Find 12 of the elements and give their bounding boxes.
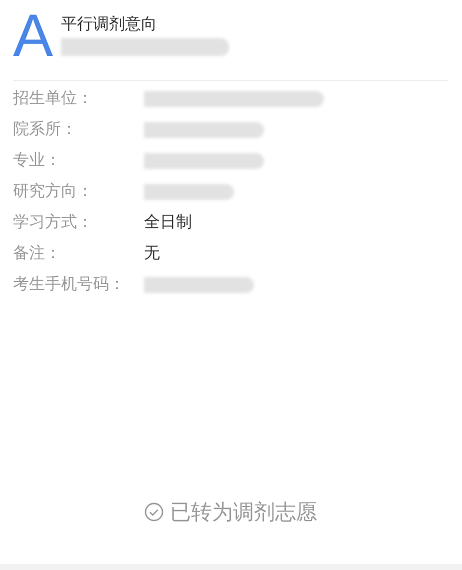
field-value: 全日制	[144, 212, 192, 233]
field-label: 学习方式：	[13, 212, 94, 233]
field-label: 院系所：	[13, 119, 78, 140]
field-label: 招生单位：	[13, 88, 94, 109]
card-title: 平行调剂意向	[61, 14, 158, 34]
field-label: 备注：	[13, 243, 62, 264]
field-label: 研究方向：	[13, 181, 94, 202]
status-text: 已转为调剂志愿	[170, 499, 317, 526]
letter-logo: A	[13, 6, 54, 66]
field-label: 专业：	[13, 150, 62, 171]
field-value: 无	[144, 243, 160, 264]
field-label: 考生手机号码：	[13, 274, 126, 295]
